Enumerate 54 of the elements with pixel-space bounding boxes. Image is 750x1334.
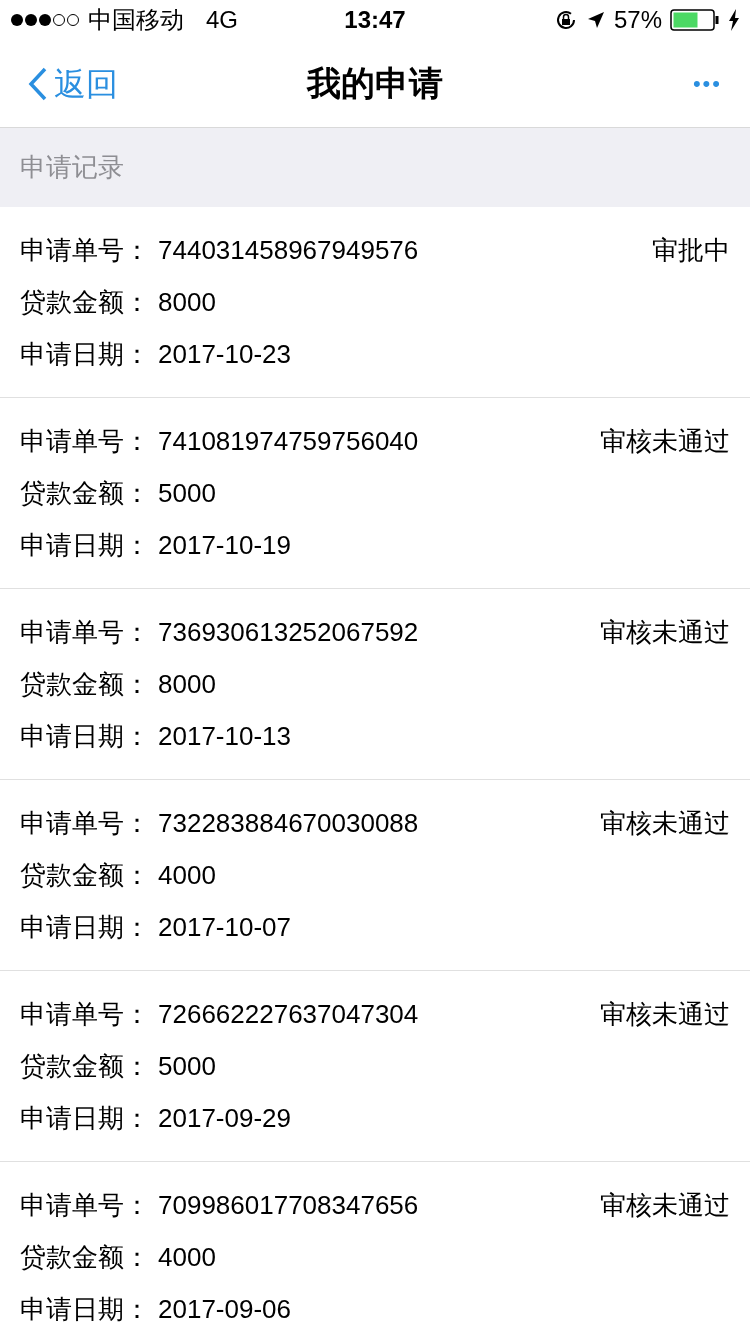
field-label: 贷款金额： (20, 858, 151, 892)
application-status: 审批中 (652, 233, 730, 267)
field-value: 2017-10-19 (158, 528, 291, 562)
page-title: 我的申请 (307, 63, 443, 104)
field-value: 4000 (158, 858, 216, 892)
field-label: 贷款金额： (20, 667, 151, 701)
field-value: 4000 (158, 1240, 216, 1274)
field-value: 2017-10-13 (158, 719, 291, 753)
field-value: 8000 (158, 667, 216, 701)
field-label: 贷款金额： (20, 1240, 151, 1274)
field-label: 申请单号： (20, 1188, 151, 1222)
field-value: 732283884670030088 (158, 806, 419, 840)
field-value: 2017-10-23 (158, 337, 291, 371)
field-value: 736930613252067592 (158, 615, 419, 649)
network-type: 4G (206, 5, 238, 35)
field-label: 贷款金额： (20, 476, 151, 510)
field-value: 5000 (158, 1049, 216, 1083)
field-value: 2017-09-29 (158, 1101, 291, 1135)
field-value: 8000 (158, 285, 216, 319)
field-label: 申请日期： (20, 910, 151, 944)
carrier-name: 中国移动 (88, 5, 184, 35)
field-label: 申请单号： (20, 424, 151, 458)
field-value: 2017-10-07 (158, 910, 291, 944)
field-label: 申请日期： (20, 719, 151, 753)
application-status: 审核未通过 (600, 615, 730, 649)
charging-bolt-icon (728, 9, 740, 31)
more-button[interactable]: ••• (692, 67, 722, 100)
clock-time: 13:47 (344, 5, 406, 35)
field-label: 申请单号： (20, 997, 151, 1031)
field-value: 5000 (158, 476, 216, 510)
back-chevron-icon (28, 66, 48, 101)
field-value: 741081974759756040 (158, 424, 419, 458)
field-label: 贷款金额： (20, 1049, 151, 1083)
field-value: 2017-09-06 (158, 1292, 291, 1326)
field-label: 申请单号： (20, 233, 151, 267)
field-label: 贷款金额： (20, 285, 151, 319)
field-label: 申请单号： (20, 806, 151, 840)
field-value: 709986017708347656 (158, 1188, 419, 1222)
field-value: 744031458967949576 (158, 233, 419, 267)
field-value: 726662227637047304 (158, 997, 419, 1031)
field-label: 申请单号： (20, 615, 151, 649)
battery-icon (670, 9, 720, 31)
field-label: 申请日期： (20, 528, 151, 562)
application-status: 审核未通过 (600, 806, 730, 840)
back-button[interactable]: 返回 (28, 59, 118, 108)
field-label: 申请日期： (20, 1292, 151, 1326)
application-status: 审核未通过 (600, 1188, 730, 1222)
application-status: 审核未通过 (600, 997, 730, 1031)
field-label: 申请日期： (20, 1101, 151, 1135)
signal-icon (10, 13, 82, 27)
battery-percentage: 57% (613, 5, 662, 35)
section-header: 申请记录 (20, 151, 124, 184)
application-status: 审核未通过 (600, 424, 730, 458)
field-label: 申请日期： (20, 337, 151, 371)
